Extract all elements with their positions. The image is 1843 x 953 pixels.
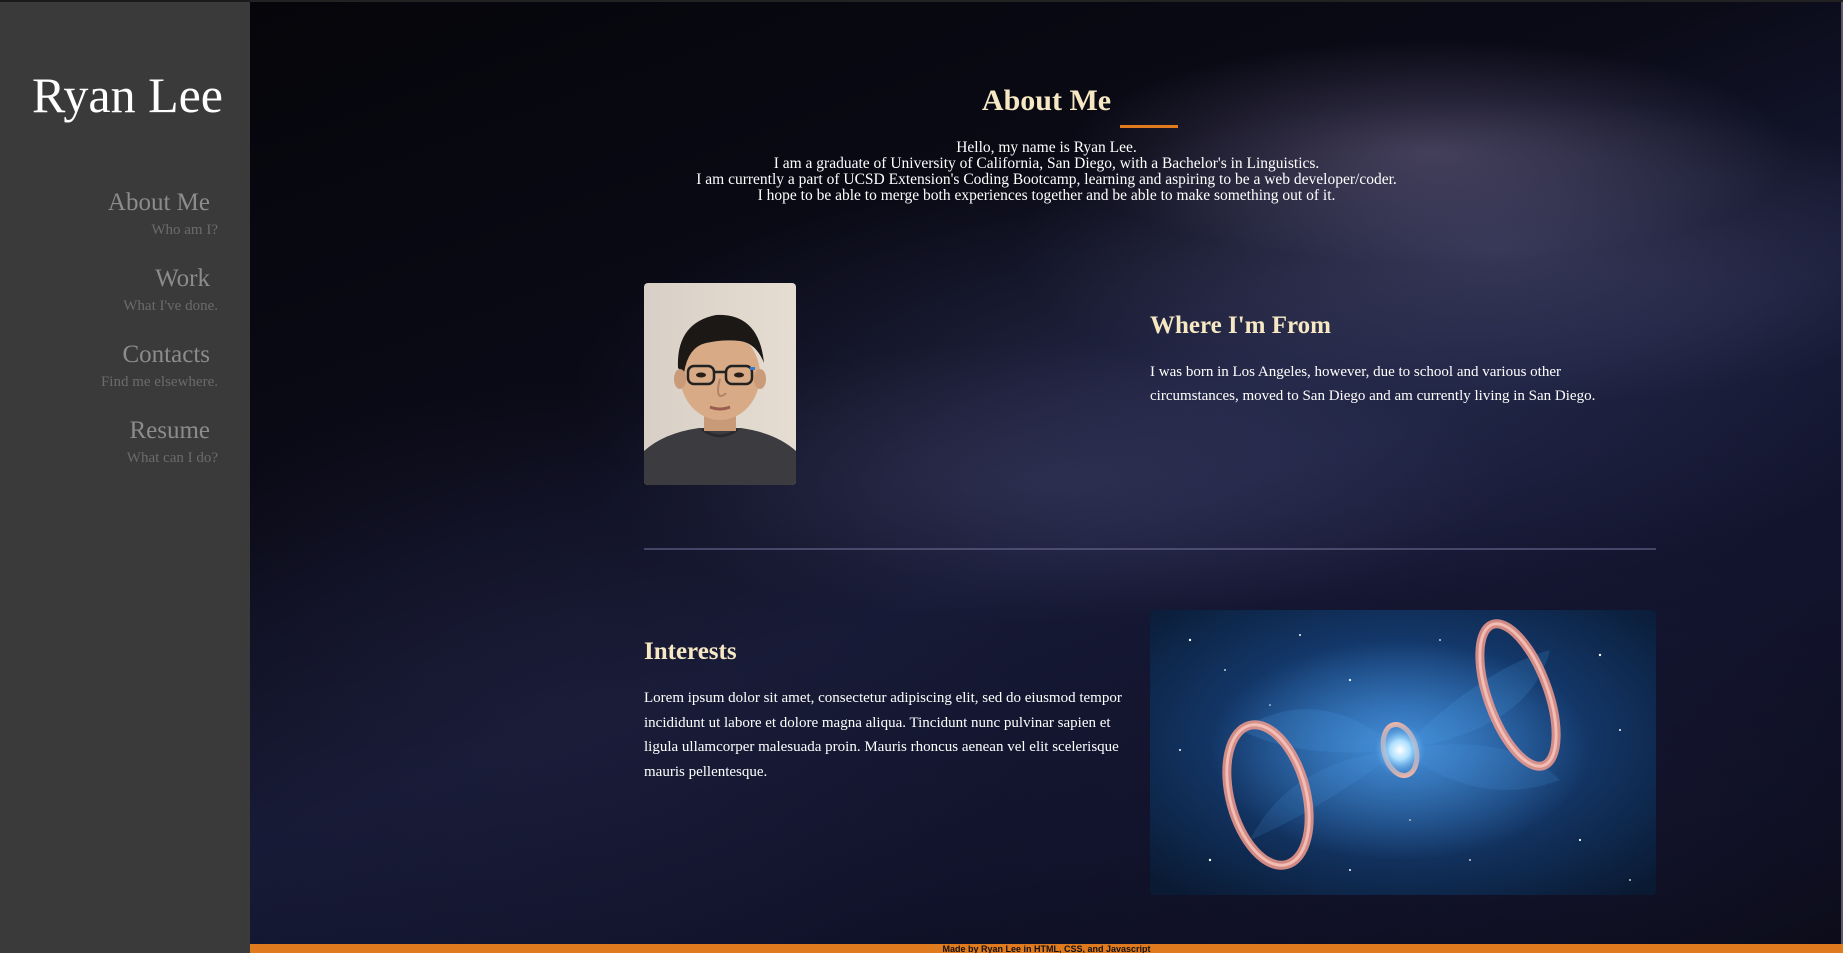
intro-line: I am a graduate of University of Califor… [773, 155, 1320, 172]
nav-item-about-me[interactable]: About Me Who am I? [101, 188, 218, 240]
nav-item-subtitle: What I've done. [123, 298, 218, 314]
interests-title: Interests [644, 638, 737, 665]
intro-line: I am currently a part of UCSD Extension'… [696, 171, 1397, 188]
nav-item-contacts[interactable]: Contacts Find me elsewhere. [101, 340, 218, 392]
nav-item-label: About Me [107, 189, 210, 216]
nav-item-label: Resume [129, 417, 210, 444]
nav-item-label: Work [155, 265, 210, 292]
nebula-image [1150, 610, 1656, 895]
intro-line: Hello, my name is Ryan Lee. [956, 139, 1137, 156]
profile-photo [644, 283, 796, 485]
sidebar: Ryan Lee About Me Who am I? Work What I'… [0, 0, 250, 953]
sidebar-nav: About Me Who am I? Work What I've done. … [101, 188, 218, 492]
nav-item-resume[interactable]: Resume What can I do? [101, 416, 218, 468]
nav-item-subtitle: Find me elsewhere. [100, 374, 218, 390]
nav-item-label: Contacts [122, 341, 211, 368]
site-brand[interactable]: Ryan Lee [32, 70, 223, 120]
about-title: About Me [981, 84, 1112, 117]
main-content: About Me Hello, my name is Ryan Lee. I a… [250, 0, 1843, 953]
nav-item-work[interactable]: Work What I've done. [101, 264, 218, 316]
nav-item-subtitle: Who am I? [151, 222, 218, 238]
intro-line: I hope to be able to merge both experien… [757, 187, 1336, 204]
site-footer: Made by Ryan Lee in HTML, CSS, and Javas… [250, 944, 1843, 953]
section-divider [644, 548, 1656, 550]
nav-item-subtitle: What can I do? [126, 450, 218, 466]
title-underline [1120, 125, 1178, 128]
where-from-text: I was born in Los Angeles, however, due … [1150, 364, 1596, 404]
intro-text: Hello, my name is Ryan Lee. I am a gradu… [250, 140, 1843, 204]
interests-text: Lorem ipsum dolor sit amet, consectetur … [644, 690, 1122, 780]
where-from-title: Where I'm From [1150, 312, 1331, 339]
